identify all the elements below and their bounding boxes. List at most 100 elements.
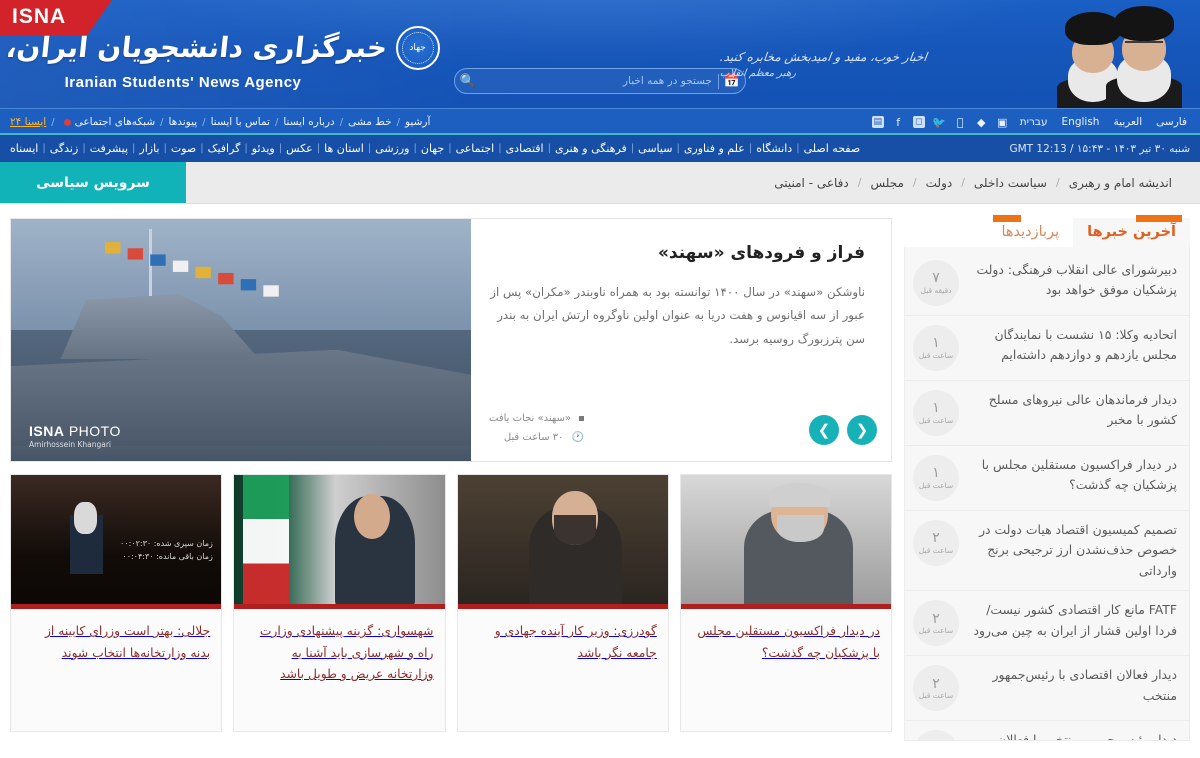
list-item-title: تصمیم کمیسیون اقتصاد هیات دولت در خصوص ح… [979,522,1177,578]
service-link-domestic-politics[interactable]: سیاست داخلی [974,176,1047,190]
leader-quote-text: اخبار خوب، مفید و امیدبخش مخابره کنید. [719,50,928,64]
service-link-parliament[interactable]: مجلس [870,176,903,190]
signal-flags-icon [104,242,279,297]
topnav-separator: / [396,116,400,128]
aparat-icon[interactable]: ▣ [996,116,1009,129]
social-and-language-group: ▤ f ◻ 🐦  ◆ ▣ עברית English العربیة فارس… [871,116,1190,129]
menu-separator: | [498,143,502,154]
topnav-link-social[interactable]: شبکه‌های اجتماعی [75,116,156,128]
image-watermark: ISNA PHOTO Amirhossein Khangari [29,423,121,449]
menu-item-political[interactable]: سیاسی [638,142,672,155]
current-datetime: شنبه ۳۰ تیر ۱۴۰۳ - ۱۵:۴۳ / GMT 12:13 [1009,142,1190,155]
service-link-imam-thought[interactable]: اندیشه امام و رهبری [1069,176,1172,190]
menu-separator: | [547,143,551,154]
apple-icon[interactable]:  [954,116,967,129]
lang-link-english[interactable]: English [1059,116,1103,128]
menu-item-social[interactable]: اجتماعی [456,142,495,155]
menu-item-audio[interactable]: صوت [171,142,196,155]
diamond-icon[interactable]: ◆ [975,116,988,129]
card-accent-bar [11,604,222,609]
menu-item-isnaah[interactable]: ایسناه [10,142,38,155]
news-card-title: در دیدار فراکسیون مستقلین مجلس با پزشکیا… [697,624,880,660]
list-item[interactable]: اتحادیه وکلا: ۱۵ نشست با نمایندگان مجلس … [905,316,1189,381]
topnav-link-links[interactable]: پیوندها [169,116,198,128]
topnav-link-isna24[interactable]: ایسنا ۲۴ [10,116,46,128]
list-item[interactable]: دیدار فرماندهان عالی نیروهای مسلح کشور ب… [905,381,1189,446]
topnav-link-archive[interactable]: آرشیو [405,116,430,128]
sidebar-news-list[interactable]: دبیرشورای عالی انقلاب فرهنگی: دولت پزشکی… [904,247,1190,741]
tab-latest-news[interactable]: آخرین خبرها [1073,215,1190,247]
menu-separator: | [278,143,283,154]
list-item[interactable]: دبیرشورای عالی انقلاب فرهنگی: دولت پزشکی… [905,251,1189,316]
site-logo[interactable]: خبرگزاری دانشجویان ایران، ایسنا Iranian … [0,16,440,102]
menu-item-market[interactable]: بازار [139,142,159,155]
portrait-khamenei [1104,4,1184,108]
lang-link-arabic[interactable]: العربیة [1110,116,1145,128]
menu-separator: | [132,143,136,154]
menu-item-economy[interactable]: اقتصادی [506,142,544,155]
list-item[interactable]: FATF مانع کار اقتصادی کشور نیست/ فردا او… [905,591,1189,657]
menu-item-science[interactable]: علم و فناوری [684,142,745,155]
search-box[interactable]: 🔍 📅 [454,68,746,94]
list-item-title: FATF مانع کار اقتصادی کشور نیست/ فردا او… [973,602,1177,638]
featured-time-row: 🕐 ۳۰ ساعت قبل [489,428,584,447]
list-item[interactable]: در دیدار فراکسیون مستقلین مجلس با پزشکیا… [905,446,1189,511]
menu-item-sports[interactable]: ورزشی [375,142,409,155]
main-column: فراز و فرودهای «سهند» ناوشکن «سهند» در س… [10,218,892,755]
service-link-government[interactable]: دولت [926,176,953,190]
menu-item-home[interactable]: صفحه اصلی [804,142,861,155]
clock-icon: 🕐 [571,432,585,443]
lang-link-persian[interactable]: فارسی [1153,116,1190,128]
topnav-separator: / [339,116,344,128]
facebook-icon[interactable]: f [892,116,905,129]
list-item[interactable]: دیدار رئیس جمهور منتخب با فعالان اقتصادی… [905,721,1189,740]
featured-article-title[interactable]: فراز و فرودهای «سهند» [489,241,865,267]
list-item-title: دبیرشورای عالی انقلاب فرهنگی: دولت پزشکی… [976,262,1177,298]
tab-most-viewed[interactable]: پربازدیدها [987,215,1073,247]
topnav-link-policy[interactable]: خط مشی [348,116,392,128]
news-card[interactable]: در دیدار فراکسیون مستقلین مجلس با پزشکیا… [679,474,892,732]
menu-item-photo[interactable]: عکس [286,142,313,155]
menu-item-provinces[interactable]: استان ها [324,142,364,155]
list-item[interactable]: تصمیم کمیسیون اقتصاد هیات دولت در خصوص ح… [905,511,1189,592]
lang-link-hebrew[interactable]: עברית [1017,116,1051,128]
menu-item-video[interactable]: ویدئو [252,142,275,155]
menu-item-culture[interactable]: فرهنگی و هنری [555,142,627,155]
service-tab-political[interactable]: سرویس سیاسی [0,162,186,203]
news-card[interactable]: شهسواری: گزینه پیشنهادی وزارت راه و شهرس… [233,474,446,732]
leader-quote: اخبار خوب، مفید و امیدبخش مخابره کنید. ر… [719,50,1040,79]
list-item-time: ۲ ساعت قبل [913,730,959,740]
watermark-photographer: Amirhossein Khangari [29,440,112,449]
menu-item-university[interactable]: دانشگاه [756,142,792,155]
time-number: ۱ [932,465,940,482]
menu-item-world[interactable]: جهان [421,142,444,155]
bullet-icon [579,415,585,421]
menu-item-graphic[interactable]: گرافیک [208,142,241,155]
list-item-time: ۲ ساعت قبل [913,600,959,647]
slider-prev-button[interactable]: ❮ [809,415,839,445]
twitter-icon[interactable]: 🐦 [932,116,946,129]
menu-separator: | [630,143,635,154]
instagram-icon[interactable]: ◻ [912,116,925,128]
time-unit: ساعت قبل [918,545,954,555]
news-card[interactable]: زمان سپری شده: ۰۰:۰۲:۳۰ زمان باقی مانده:… [10,474,223,732]
news-card[interactable]: گودرزی: وزیر کار آینده جهادی و جامعه نگر… [456,474,669,732]
menu-item-progress[interactable]: پیشرفت [90,142,128,155]
main-menu-bar: شنبه ۳۰ تیر ۱۴۰۳ - ۱۵:۴۳ / GMT 12:13 صفح… [0,135,1200,162]
time-unit: ساعت قبل [918,625,954,635]
menu-separator: | [367,143,372,154]
rss-icon[interactable]: ▤ [871,116,884,128]
search-icon[interactable]: 🔍 [455,68,481,94]
topnav-link-about[interactable]: درباره ایسنا [283,116,334,128]
search-input[interactable] [481,75,718,87]
featured-article-image[interactable]: ISNA PHOTO Amirhossein Khangari [11,219,471,461]
list-item[interactable]: دیدار فعالان اقتصادی با رئیس‌جمهور منتخب… [905,656,1189,722]
featured-article-text: فراز و فرودهای «سهند» ناوشکن «سهند» در س… [471,219,891,461]
logo-english-title: Iranian Students' News Agency [64,73,302,91]
service-link-defense-security[interactable]: دفاعی - امنیتی [774,176,848,190]
menu-item-life[interactable]: زندگی [50,142,79,155]
sidebar-tabs: آخرین خبرها پربازدیدها [904,215,1190,247]
topnav-link-contact[interactable]: تماس با ایسنا [211,116,270,128]
session-timer-overlay: زمان سپری شده: ۰۰:۰۲:۳۰ زمان باقی مانده:… [120,538,213,562]
slider-next-button[interactable]: ❯ [847,415,877,445]
